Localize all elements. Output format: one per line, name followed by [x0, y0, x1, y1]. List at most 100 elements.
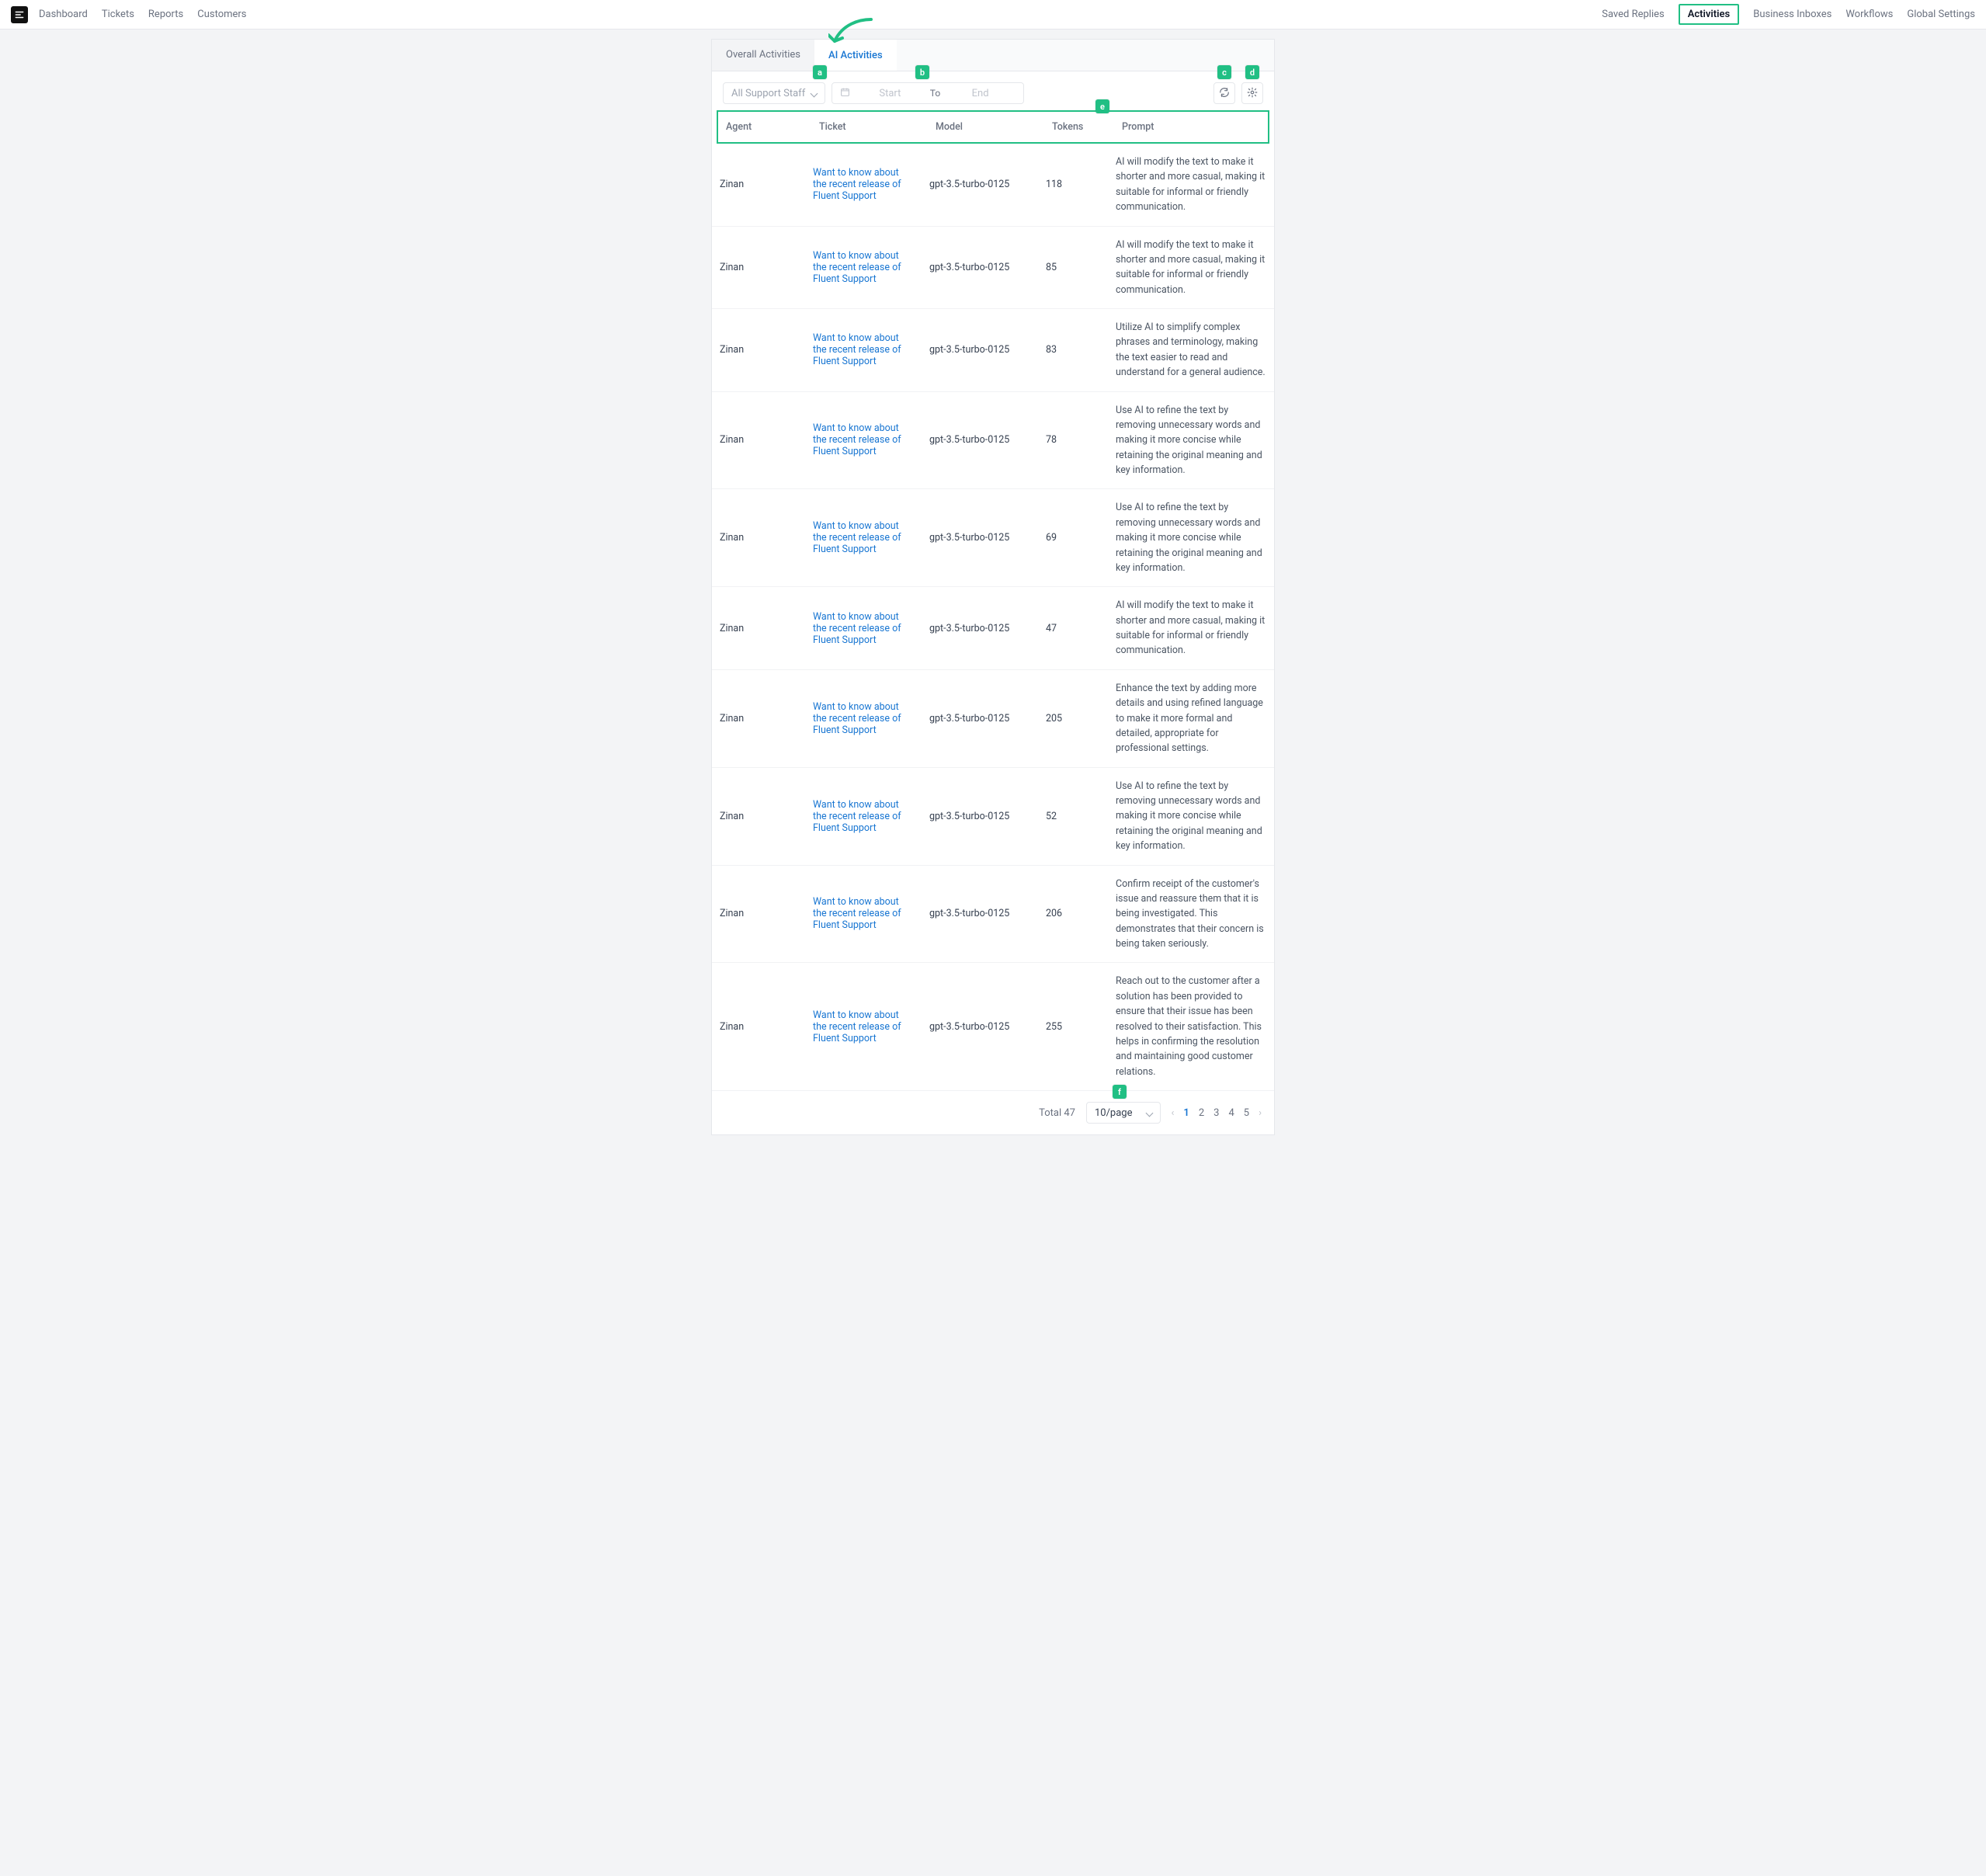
cell-agent: Zinan: [712, 669, 805, 767]
activities-panel: Overall ActivitiesAI Activities a All Su…: [711, 39, 1275, 1135]
table-row: ZinanWant to know about the recent relea…: [712, 767, 1274, 865]
cell-ticket: Want to know about the recent release of…: [805, 963, 922, 1090]
refresh-icon: [1219, 87, 1230, 100]
pager-page-3[interactable]: 3: [1213, 1107, 1219, 1119]
nav-saved-replies[interactable]: Saved Replies: [1602, 0, 1665, 30]
cell-agent: Zinan: [712, 489, 805, 587]
refresh-button[interactable]: [1213, 82, 1235, 104]
pager-page-1[interactable]: 1: [1183, 1107, 1189, 1119]
cell-agent: Zinan: [712, 767, 805, 865]
column-model: Model: [928, 112, 1044, 142]
staff-filter-select[interactable]: All Support Staff: [723, 82, 825, 104]
nav-tickets[interactable]: Tickets: [102, 0, 134, 30]
cell-prompt: Use AI to refine the text by removing un…: [1108, 391, 1274, 489]
ticket-link[interactable]: Want to know about the recent release of…: [813, 799, 914, 834]
annotation-badge-c: c: [1217, 65, 1231, 79]
calendar-icon: [840, 87, 850, 100]
annotation-badge-b: b: [915, 65, 929, 79]
date-start-placeholder: Start: [855, 88, 925, 99]
column-tokens: Tokens: [1044, 112, 1114, 142]
cell-prompt: AI will modify the text to make it short…: [1108, 226, 1274, 309]
cell-ticket: Want to know about the recent release of…: [805, 767, 922, 865]
cell-agent: Zinan: [712, 963, 805, 1090]
pagination: ‹ 12345 ›: [1172, 1107, 1262, 1119]
tab-ai-activities[interactable]: AI Activities: [814, 40, 897, 71]
date-to-label: To: [930, 88, 940, 99]
table-row: ZinanWant to know about the recent relea…: [712, 144, 1274, 226]
cell-ticket: Want to know about the recent release of…: [805, 391, 922, 489]
cell-model: gpt-3.5-turbo-0125: [922, 963, 1038, 1090]
tab-overall-activities[interactable]: Overall Activities: [712, 40, 814, 71]
column-agent: Agent: [718, 112, 811, 142]
cell-tokens: 83: [1038, 309, 1108, 392]
cell-prompt: Utilize AI to simplify complex phrases a…: [1108, 309, 1274, 392]
nav-dashboard[interactable]: Dashboard: [39, 0, 88, 30]
nav-global-settings[interactable]: Global Settings: [1907, 0, 1975, 30]
cell-prompt: Reach out to the customer after a soluti…: [1108, 963, 1274, 1090]
cell-agent: Zinan: [712, 144, 805, 226]
cell-model: gpt-3.5-turbo-0125: [922, 309, 1038, 392]
cell-tokens: 78: [1038, 391, 1108, 489]
ticket-link[interactable]: Want to know about the recent release of…: [813, 896, 914, 931]
table-row: ZinanWant to know about the recent relea…: [712, 489, 1274, 587]
app-logo: [11, 6, 28, 23]
settings-button[interactable]: [1241, 82, 1263, 104]
cell-model: gpt-3.5-turbo-0125: [922, 489, 1038, 587]
ticket-link[interactable]: Want to know about the recent release of…: [813, 611, 914, 646]
cell-ticket: Want to know about the recent release of…: [805, 309, 922, 392]
table-row: ZinanWant to know about the recent relea…: [712, 963, 1274, 1090]
cell-tokens: 52: [1038, 767, 1108, 865]
nav-business-inboxes[interactable]: Business Inboxes: [1753, 0, 1831, 30]
tabs-row: Overall ActivitiesAI Activities: [712, 40, 1274, 71]
cell-model: gpt-3.5-turbo-0125: [922, 144, 1038, 226]
page-size-select[interactable]: 10/page: [1086, 1102, 1161, 1124]
pager-next[interactable]: ›: [1259, 1107, 1262, 1119]
annotation-badge-f: f: [1113, 1085, 1127, 1099]
nav-workflows[interactable]: Workflows: [1845, 0, 1893, 30]
cell-ticket: Want to know about the recent release of…: [805, 144, 922, 226]
annotation-badge-e: e: [1095, 99, 1109, 113]
cell-ticket: Want to know about the recent release of…: [805, 865, 922, 963]
pager-page-4[interactable]: 4: [1228, 1107, 1234, 1119]
ticket-link[interactable]: Want to know about the recent release of…: [813, 250, 914, 285]
annotation-badge-d: d: [1245, 65, 1259, 79]
ticket-link[interactable]: Want to know about the recent release of…: [813, 520, 914, 555]
table-row: ZinanWant to know about the recent relea…: [712, 669, 1274, 767]
date-range-filter[interactable]: Start To End: [832, 82, 1024, 104]
pager-page-5[interactable]: 5: [1244, 1107, 1249, 1119]
ticket-link[interactable]: Want to know about the recent release of…: [813, 422, 914, 457]
cell-model: gpt-3.5-turbo-0125: [922, 669, 1038, 767]
cell-tokens: 69: [1038, 489, 1108, 587]
table-row: ZinanWant to know about the recent relea…: [712, 309, 1274, 392]
cell-prompt: Enhance the text by adding more details …: [1108, 669, 1274, 767]
ticket-link[interactable]: Want to know about the recent release of…: [813, 167, 914, 202]
ticket-link[interactable]: Want to know about the recent release of…: [813, 332, 914, 367]
cell-prompt: Use AI to refine the text by removing un…: [1108, 489, 1274, 587]
table-row: ZinanWant to know about the recent relea…: [712, 865, 1274, 963]
total-count: Total 47: [1039, 1107, 1075, 1119]
pager-page-2[interactable]: 2: [1199, 1107, 1204, 1119]
chevron-down-icon: [1147, 1107, 1152, 1119]
cell-tokens: 205: [1038, 669, 1108, 767]
nav-customers[interactable]: Customers: [197, 0, 246, 30]
cell-agent: Zinan: [712, 226, 805, 309]
table-row: ZinanWant to know about the recent relea…: [712, 391, 1274, 489]
cell-model: gpt-3.5-turbo-0125: [922, 767, 1038, 865]
ticket-link[interactable]: Want to know about the recent release of…: [813, 1009, 914, 1044]
cell-tokens: 85: [1038, 226, 1108, 309]
cell-model: gpt-3.5-turbo-0125: [922, 226, 1038, 309]
pager-prev[interactable]: ‹: [1172, 1107, 1175, 1119]
table-header-highlight: AgentTicketModelTokensPrompt: [717, 110, 1269, 144]
nav-activities[interactable]: Activities: [1679, 4, 1740, 26]
column-ticket: Ticket: [811, 112, 928, 142]
cell-agent: Zinan: [712, 309, 805, 392]
ticket-link[interactable]: Want to know about the recent release of…: [813, 701, 914, 736]
cell-agent: Zinan: [712, 587, 805, 670]
page-size-value: 10/page: [1095, 1107, 1133, 1119]
table-footer: Total 47 f 10/page ‹12345›: [712, 1090, 1274, 1134]
cell-prompt: Use AI to refine the text by removing un…: [1108, 767, 1274, 865]
table-row: ZinanWant to know about the recent relea…: [712, 226, 1274, 309]
nav-reports[interactable]: Reports: [148, 0, 183, 30]
cell-tokens: 206: [1038, 865, 1108, 963]
cell-ticket: Want to know about the recent release of…: [805, 669, 922, 767]
